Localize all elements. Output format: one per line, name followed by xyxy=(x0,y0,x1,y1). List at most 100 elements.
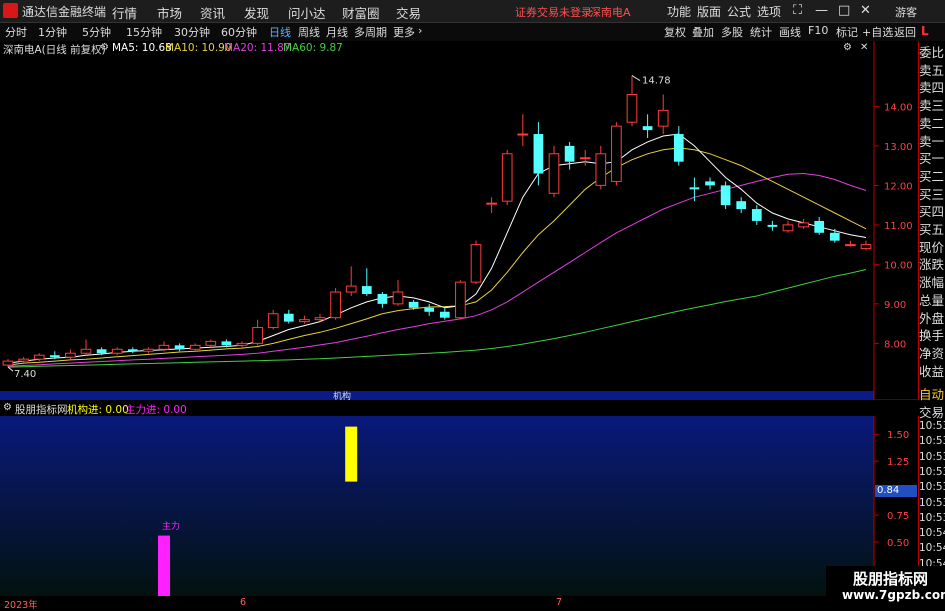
indicator-chart[interactable]: 1.501.251.000.750.500.25 xyxy=(0,391,919,609)
f10-button[interactable]: F10 xyxy=(808,24,828,37)
back-button[interactable]: 返回 xyxy=(894,24,916,40)
date-label-7: 7 xyxy=(556,597,563,608)
candle-body xyxy=(814,220,825,233)
draw-button[interactable]: 画线 xyxy=(779,24,801,40)
login-status[interactable]: 证券交易未登录 xyxy=(515,4,592,20)
ma5-label: MA5: 10.68 xyxy=(112,42,172,54)
candle-body xyxy=(689,187,700,190)
trade-time-5: 10:53 xyxy=(919,496,945,509)
candle-body xyxy=(736,201,747,210)
candle-body xyxy=(564,145,575,162)
indicator-tick-label: 0.75 xyxy=(887,511,909,522)
period-tab-1min[interactable]: 1分钟 xyxy=(38,24,67,40)
adjust-button[interactable]: 复权 xyxy=(664,24,686,40)
overlay-button[interactable]: 叠加 xyxy=(692,24,714,40)
candle-body xyxy=(751,209,762,221)
quote-field-1: 卖五 xyxy=(919,62,945,78)
candle-body xyxy=(720,185,731,206)
menu-ask-xiaoda[interactable]: 问小达 xyxy=(288,3,326,22)
close-chart-icon[interactable]: ✕ xyxy=(860,42,868,53)
candlestick-chart[interactable]: 14.78 7.40 14.00 13.00 12.00 11.00 10.00 9.00 8… xyxy=(0,41,919,401)
menu-options[interactable]: 选项 xyxy=(757,3,781,20)
tab-trade[interactable]: 交易 xyxy=(919,402,944,421)
minimize-icon[interactable]: — xyxy=(815,3,828,18)
multi-stock-button[interactable]: 多股 xyxy=(721,24,743,40)
candle-body xyxy=(283,313,294,322)
quote-field-11: 现价 xyxy=(919,239,945,255)
menu-layout[interactable]: 版面 xyxy=(697,3,721,20)
quote-field-10: 买五 xyxy=(919,222,945,237)
period-tab-weekly[interactable]: 周线 xyxy=(298,24,320,40)
candle-body xyxy=(595,153,607,186)
period-tab-monthly[interactable]: 月线 xyxy=(326,24,348,40)
tab-auto[interactable]: 自动 xyxy=(919,384,944,403)
period-tab-5min[interactable]: 5分钟 xyxy=(82,24,111,40)
candle-body xyxy=(330,291,341,319)
high-marker-line xyxy=(631,75,641,82)
candle-body xyxy=(424,307,435,312)
menu-market[interactable]: 市场 xyxy=(157,3,182,22)
date-label-6: 6 xyxy=(240,597,247,608)
quote-field-16: 换手 xyxy=(919,328,945,344)
trade-time-2: 10:53 xyxy=(919,450,945,463)
menu-function[interactable]: 功能 xyxy=(667,3,691,20)
indicator-settings-icon[interactable]: ⚙ xyxy=(3,402,12,413)
candle-body xyxy=(205,340,217,346)
price-tick-label: 12.00 xyxy=(884,181,913,192)
price-tick-label: 9.00 xyxy=(884,300,906,311)
menu-trade[interactable]: 交易 xyxy=(396,3,421,22)
candle-body xyxy=(189,344,201,350)
fullscreen-icon[interactable]: ⛶ xyxy=(793,3,802,18)
candle-body xyxy=(361,286,372,294)
add-favorite-button[interactable]: +自选 xyxy=(862,24,893,40)
indicator-title: 股朋指标网 xyxy=(15,404,68,416)
menu-formula[interactable]: 公式 xyxy=(727,3,751,20)
period-tab-30min[interactable]: 30分钟 xyxy=(174,24,210,40)
period-tab-timeshare[interactable]: 分时 xyxy=(5,24,27,40)
maximize-icon[interactable]: □ xyxy=(838,3,850,18)
candle-body xyxy=(673,134,684,162)
close-icon[interactable]: ✕ xyxy=(860,3,871,18)
menu-wealth-circle[interactable]: 财富圈 xyxy=(342,3,380,22)
high-label: 14.78 xyxy=(642,76,671,87)
menu-discover[interactable]: 发现 xyxy=(244,3,269,22)
candle-body xyxy=(408,301,419,308)
price-tick-label: 11.00 xyxy=(884,221,913,232)
period-tab-multi[interactable]: 多周期 xyxy=(354,24,387,40)
trade-time-3: 10:53 xyxy=(919,465,945,478)
jigou-bar-label: 机构 xyxy=(333,392,352,402)
period-tab-60min[interactable]: 60分钟 xyxy=(221,24,257,40)
candle-body xyxy=(548,153,560,194)
stats-button[interactable]: 统计 xyxy=(750,24,772,40)
candle-body xyxy=(377,293,388,304)
top-menu-bar xyxy=(0,0,945,23)
candle-body xyxy=(439,311,450,318)
quote-field-18: 收益 xyxy=(919,363,945,379)
trade-time-6: 10:53 xyxy=(919,511,945,524)
mark-button[interactable]: 标记 xyxy=(836,24,858,40)
current-value-tag: 0.84 xyxy=(875,485,917,497)
candle-body xyxy=(705,181,715,186)
candle-body xyxy=(174,345,185,350)
period-tab-15min[interactable]: 15分钟 xyxy=(126,24,162,40)
ma60-line xyxy=(7,269,867,368)
candle-body xyxy=(501,153,513,202)
guest-user[interactable]: 游客 xyxy=(895,4,917,20)
candle-body xyxy=(392,291,404,305)
candle-body xyxy=(2,360,14,366)
settings-icon[interactable]: ⚙ xyxy=(100,42,109,53)
period-tab-daily[interactable]: 日线 xyxy=(269,24,291,40)
period-tab-more[interactable]: 更多 xyxy=(393,24,415,40)
quote-field-15: 外盘 xyxy=(919,310,945,326)
candle-body xyxy=(517,133,529,136)
quote-field-0: 委比 xyxy=(919,45,945,60)
app-logo-icon xyxy=(3,3,18,18)
candle-body xyxy=(611,125,622,182)
menu-quotes[interactable]: 行情 xyxy=(112,3,137,22)
gear-icon[interactable]: ⚙ xyxy=(843,42,852,53)
quote-field-5: 卖一 xyxy=(919,133,945,149)
menu-news[interactable]: 资讯 xyxy=(200,3,225,22)
chevron-right-icon[interactable]: › xyxy=(418,24,422,37)
quote-field-3: 卖三 xyxy=(919,98,945,114)
candle-body xyxy=(96,349,107,354)
